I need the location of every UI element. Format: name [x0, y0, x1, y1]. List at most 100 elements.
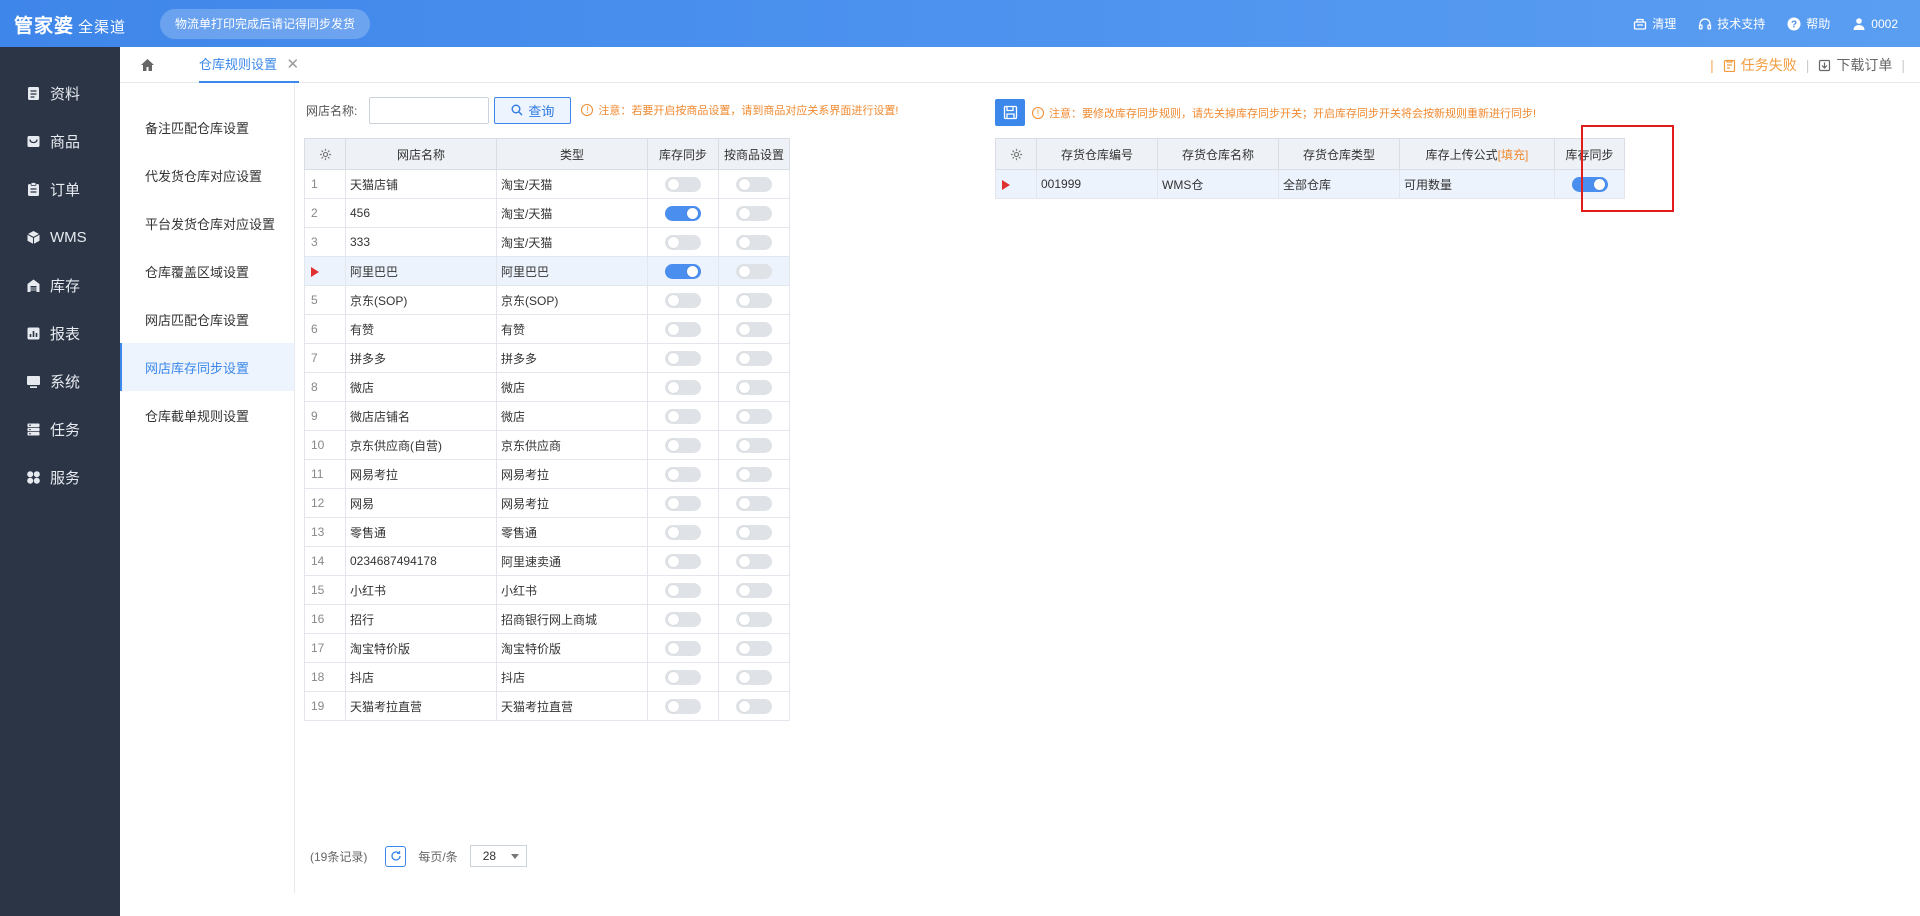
table-row[interactable]: 14 0234687494178 阿里速卖通: [304, 546, 790, 576]
column-header[interactable]: 类型: [496, 138, 648, 170]
clean-button[interactable]: 清理: [1633, 15, 1676, 32]
table-row[interactable]: 12 网易 网易考拉: [304, 488, 790, 518]
column-settings[interactable]: [304, 138, 346, 170]
query-button[interactable]: 查询: [494, 96, 572, 124]
column-header[interactable]: 存货仓库名称: [1157, 138, 1279, 170]
refresh-button[interactable]: [385, 845, 407, 867]
submenu-cutoff-rules[interactable]: 仓库截单规则设置: [120, 391, 294, 439]
stock-sync-toggle[interactable]: [665, 640, 701, 656]
table-row[interactable]: 1 天猫店铺 淘宝/天猫: [304, 169, 790, 199]
stock-sync-toggle[interactable]: [665, 321, 701, 337]
column-header[interactable]: 存货仓库编号: [1036, 138, 1158, 170]
stock-sync-toggle[interactable]: [665, 408, 701, 424]
table-row[interactable]: 15 小红书 小红书: [304, 575, 790, 605]
user-menu[interactable]: 0002: [1852, 17, 1898, 31]
submenu-shop-stock-sync[interactable]: 网店库存同步设置: [120, 343, 294, 391]
by-goods-toggle[interactable]: [736, 611, 772, 627]
submenu-remark-match[interactable]: 备注匹配仓库设置: [120, 103, 294, 151]
sidebar-item-data[interactable]: 资料: [0, 69, 120, 117]
table-row[interactable]: 18 抖店 抖店: [304, 662, 790, 692]
sidebar-item-wms[interactable]: WMS: [0, 213, 120, 261]
column-header[interactable]: 库存同步: [647, 138, 719, 170]
save-button[interactable]: [995, 99, 1025, 126]
submenu-platform-ship-warehouse[interactable]: 平台发货仓库对应设置: [120, 199, 294, 247]
by-goods-toggle[interactable]: [736, 292, 772, 308]
help-button[interactable]: ? 帮助: [1787, 15, 1830, 32]
sidebar-item-reports[interactable]: 报表: [0, 309, 120, 357]
table-row[interactable]: 6 有赞 有赞: [304, 314, 790, 344]
by-goods-toggle[interactable]: [736, 437, 772, 453]
stock-sync-toggle[interactable]: [665, 205, 701, 221]
stock-sync-toggle[interactable]: [665, 466, 701, 482]
by-goods-toggle[interactable]: [736, 466, 772, 482]
table-row[interactable]: 17 淘宝特价版 淘宝特价版: [304, 633, 790, 663]
stock-sync-toggle[interactable]: [665, 524, 701, 540]
column-header[interactable]: 按商品设置: [718, 138, 790, 170]
download-orders-button[interactable]: 下载订单: [1818, 55, 1892, 75]
by-goods-toggle[interactable]: [736, 379, 772, 395]
table-row[interactable]: 13 零售通 零售通: [304, 517, 790, 547]
submenu-dropship-warehouse[interactable]: 代发货仓库对应设置: [120, 151, 294, 199]
sidebar-item-system[interactable]: 系统: [0, 357, 120, 405]
submenu-coverage-area[interactable]: 仓库覆盖区域设置: [120, 247, 294, 295]
table-row[interactable]: 001999 WMS仓 全部仓库 可用数量: [995, 169, 1625, 199]
task-fail-button[interactable]: 任务失败: [1723, 55, 1797, 75]
table-row[interactable]: 11 网易考拉 网易考拉: [304, 459, 790, 489]
sidebar-item-tasks[interactable]: 任务: [0, 405, 120, 453]
sidebar-item-orders[interactable]: 订单: [0, 165, 120, 213]
page-size-select[interactable]: 28: [469, 845, 527, 867]
stock-sync-toggle[interactable]: [665, 176, 701, 192]
stock-sync-toggle[interactable]: [665, 495, 701, 511]
by-goods-toggle[interactable]: [736, 495, 772, 511]
table-row[interactable]: 19 天猫考拉直营 天猫考拉直营: [304, 691, 790, 721]
stock-sync-toggle[interactable]: [665, 553, 701, 569]
by-goods-toggle[interactable]: [736, 698, 772, 714]
table-row[interactable]: 5 京东(SOP) 京东(SOP): [304, 285, 790, 315]
by-goods-toggle[interactable]: [736, 176, 772, 192]
stock-sync-toggle[interactable]: [665, 437, 701, 453]
by-goods-toggle[interactable]: [736, 408, 772, 424]
tab-close-icon[interactable]: ✕: [286, 47, 299, 83]
by-goods-toggle[interactable]: [736, 582, 772, 598]
column-header[interactable]: 库存上传公式[填充]: [1399, 138, 1555, 170]
stock-sync-toggle[interactable]: [665, 379, 701, 395]
stock-sync-toggle[interactable]: [665, 669, 701, 685]
by-goods-toggle[interactable]: [736, 640, 772, 656]
column-header[interactable]: 存货仓库类型: [1278, 138, 1400, 170]
shop-name-input[interactable]: [369, 96, 490, 124]
by-goods-toggle[interactable]: [736, 263, 772, 279]
stock-sync-toggle[interactable]: [665, 698, 701, 714]
stock-sync-toggle[interactable]: [665, 234, 701, 250]
by-goods-toggle[interactable]: [736, 524, 772, 540]
sidebar-item-goods[interactable]: 商品: [0, 117, 120, 165]
stock-sync-toggle[interactable]: [665, 350, 701, 366]
sidebar-item-services[interactable]: 服务: [0, 453, 120, 501]
stock-sync-toggle[interactable]: [665, 263, 701, 279]
tech-support-button[interactable]: 技术支持: [1698, 15, 1765, 32]
tab-warehouse-rules[interactable]: 仓库规则设置 ✕: [199, 47, 300, 83]
column-settings[interactable]: [995, 138, 1037, 170]
by-goods-toggle[interactable]: [736, 553, 772, 569]
by-goods-toggle[interactable]: [736, 234, 772, 250]
by-goods-cell: [718, 372, 790, 402]
fill-link[interactable]: [填充]: [1498, 148, 1529, 162]
by-goods-toggle[interactable]: [736, 350, 772, 366]
by-goods-toggle[interactable]: [736, 669, 772, 685]
by-goods-toggle[interactable]: [736, 321, 772, 337]
table-row[interactable]: 7 拼多多 拼多多: [304, 343, 790, 373]
submenu-shop-match-warehouse[interactable]: 网店匹配仓库设置: [120, 295, 294, 343]
home-icon[interactable]: [140, 58, 155, 72]
stock-sync-toggle[interactable]: [665, 582, 701, 598]
by-goods-toggle[interactable]: [736, 205, 772, 221]
stock-sync-toggle[interactable]: [665, 292, 701, 308]
table-row[interactable]: 10 京东供应商(自营) 京东供应商: [304, 430, 790, 460]
table-row[interactable]: 2 456 淘宝/天猫: [304, 198, 790, 228]
stock-sync-toggle[interactable]: [665, 611, 701, 627]
sidebar-item-inventory[interactable]: 库存: [0, 261, 120, 309]
table-row[interactable]: 16 招行 招商银行网上商城: [304, 604, 790, 634]
table-row[interactable]: 9 微店店铺名 微店: [304, 401, 790, 431]
table-row[interactable]: 8 微店 微店: [304, 372, 790, 402]
column-header[interactable]: 网店名称: [345, 138, 497, 170]
table-row[interactable]: 阿里巴巴 阿里巴巴: [304, 256, 790, 286]
table-row[interactable]: 3 333 淘宝/天猫: [304, 227, 790, 257]
